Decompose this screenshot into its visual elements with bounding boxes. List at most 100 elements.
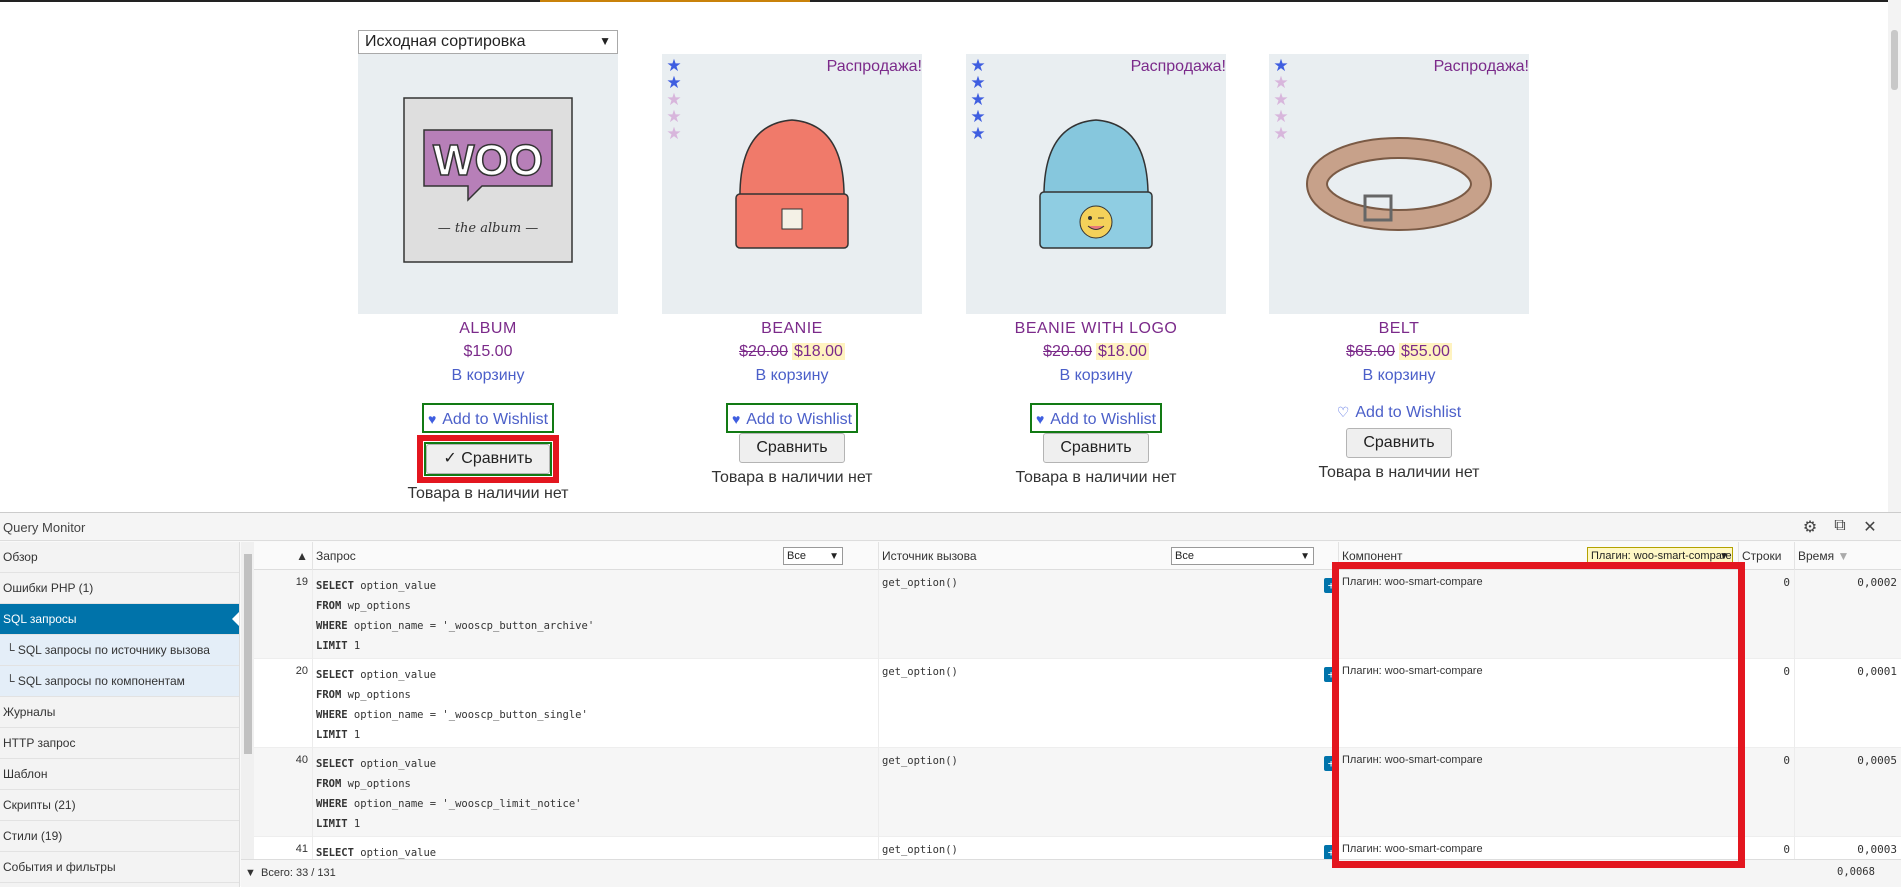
row-number: 19 bbox=[295, 576, 308, 588]
caller-cell: get_option() + bbox=[878, 748, 1338, 837]
stock-status: Товара в наличии нет bbox=[1015, 469, 1177, 486]
dock-icon[interactable]: ⧉ bbox=[1830, 517, 1850, 535]
qm-nav-overview[interactable]: Обзор bbox=[0, 542, 239, 573]
caller-name: get_option() bbox=[882, 755, 958, 767]
product-title[interactable]: BEANIE WITH LOGO bbox=[966, 318, 1226, 340]
price-old: $20.00 bbox=[1043, 343, 1092, 360]
expand-icon[interactable]: + bbox=[1324, 667, 1338, 682]
price-current: $18.00 bbox=[1096, 343, 1149, 360]
qm-sql-table: ▲ Запрос Все ▼ Источник вызова Все ▼ Компо… bbox=[254, 542, 1901, 859]
price-current: $15.00 bbox=[463, 343, 513, 360]
qm-nav-sql[interactable]: SQL запросы bbox=[0, 604, 239, 635]
caller-cell: get_option() + bbox=[878, 659, 1338, 748]
caller-filter-select[interactable]: Все ▼ bbox=[1171, 547, 1314, 565]
add-to-wishlist-button[interactable]: ♥ Add to Wishlist bbox=[1029, 403, 1163, 433]
compare-button[interactable]: ✓ Сравнить bbox=[426, 444, 550, 474]
add-to-wishlist-button[interactable]: ♡ Add to Wishlist bbox=[1333, 398, 1465, 428]
product-card-beanie-with-logo: ★ ★ ★ ★ ★ Распродажа! BEANIE WITH LOGO $20.0… bbox=[966, 54, 1226, 489]
qm-title: Query Monitor bbox=[3, 520, 86, 535]
product-price: $20.00 $18.00 bbox=[662, 340, 922, 364]
heart-icon: ♥ bbox=[731, 411, 741, 427]
qm-nav-template[interactable]: Шаблон bbox=[0, 759, 239, 790]
component-cell: Плагин: woo-smart-compare bbox=[1338, 659, 1738, 748]
qm-scrollbar[interactable] bbox=[241, 542, 254, 859]
qm-nav-logs[interactable]: Журналы bbox=[0, 697, 239, 728]
component-cell: Плагин: woo-smart-compare bbox=[1338, 837, 1738, 859]
col-rows[interactable]: Строки ▼ bbox=[1738, 542, 1794, 591]
rows-cell: 0 bbox=[1738, 748, 1794, 837]
top-bar bbox=[0, 0, 1901, 2]
qm-nav-http[interactable]: HTTP запрос bbox=[0, 728, 239, 759]
product-title[interactable]: BELT bbox=[1269, 318, 1529, 340]
product-card-beanie: ★ ★ ★ ★ ★ Распродажа! BEANIE $20.00 $18.00 В … bbox=[662, 54, 922, 489]
price-current: $18.00 bbox=[792, 343, 845, 360]
product-card-belt: ★ ★ ★ ★ ★ Распродажа! BELT $65.00 $55.00 В ко… bbox=[1269, 54, 1529, 484]
close-icon[interactable]: ✕ bbox=[1860, 517, 1880, 537]
sort-asc-icon[interactable]: ▲ bbox=[254, 542, 312, 570]
page-scrollbar-thumb[interactable] bbox=[1891, 30, 1898, 90]
gear-icon[interactable]: ⚙ bbox=[1800, 517, 1820, 537]
chevron-down-icon: ▼ bbox=[1300, 551, 1310, 562]
product-image-album[interactable]: WOO — the album — bbox=[358, 54, 618, 314]
qm-nav-hooks[interactable]: События и фильтры bbox=[0, 852, 239, 883]
row-number: 40 bbox=[295, 754, 308, 766]
component-filter-select[interactable]: Плагин: woo-smart-compare ▼ bbox=[1587, 547, 1733, 565]
col-component: Компонент Плагин: woo-smart-compare ▼ bbox=[1338, 542, 1738, 570]
col-query: Запрос Все ▼ bbox=[312, 542, 878, 570]
qm-nav-php-errors[interactable]: Ошибки PHP (1) bbox=[0, 573, 239, 604]
chevron-down-icon: ▼ bbox=[599, 34, 611, 48]
qm-nav-styles[interactable]: Стили (19) bbox=[0, 821, 239, 852]
qm-sidebar: Обзор Ошибки PHP (1) SQL запросы └ SQL з… bbox=[0, 542, 240, 887]
product-price: $15.00 bbox=[358, 340, 618, 364]
qm-nav-sql-by-caller[interactable]: └ SQL запросы по источнику вызова bbox=[0, 635, 239, 666]
wishlist-label: Add to Wishlist bbox=[442, 411, 549, 428]
qm-nav-scripts[interactable]: Скрипты (21) bbox=[0, 790, 239, 821]
sort-select-value: Исходная сортировка bbox=[365, 33, 526, 50]
add-to-cart-link[interactable]: В корзину bbox=[1269, 364, 1529, 388]
price-old: $20.00 bbox=[739, 343, 788, 360]
product-price: $65.00 $55.00 bbox=[1269, 340, 1529, 364]
time-cell: 0,0003 bbox=[1794, 837, 1901, 859]
wishlist-label: Add to Wishlist bbox=[1050, 411, 1157, 428]
product-title[interactable]: ALBUM bbox=[358, 318, 618, 340]
sort-select[interactable]: Исходная сортировка ▼ bbox=[358, 30, 618, 54]
add-to-cart-link[interactable]: В корзину bbox=[966, 364, 1226, 388]
chevron-down-icon: ▼ bbox=[1719, 551, 1729, 562]
table-row: 41 SELECT option_value get_option() + Пла… bbox=[254, 837, 1901, 859]
svg-text:WOO: WOO bbox=[433, 136, 543, 185]
qm-scrollbar-thumb[interactable] bbox=[244, 554, 252, 754]
compare-button[interactable]: Сравнить bbox=[1346, 428, 1452, 458]
add-to-cart-link[interactable]: В корзину bbox=[662, 364, 922, 388]
product-title[interactable]: BEANIE bbox=[662, 318, 922, 340]
belt-artwork bbox=[1306, 137, 1492, 231]
footer-time: 0,0068 bbox=[1837, 866, 1875, 878]
sale-badge: Распродажа! bbox=[826, 58, 922, 75]
expand-icon[interactable]: + bbox=[1324, 578, 1338, 593]
expand-icon[interactable]: + bbox=[1324, 845, 1338, 859]
query-monitor-panel: Query Monitor ⚙ ⧉ ✕ Обзор Ошибки PHP (1)… bbox=[0, 512, 1901, 887]
page-scrollbar[interactable] bbox=[1888, 0, 1901, 512]
rating-stars: ★ ★ ★ ★ ★ bbox=[1273, 56, 1289, 143]
sql-query: SELECT option_value FROM wp_options WHER… bbox=[312, 748, 878, 837]
product-image-beanie[interactable]: ★ ★ ★ ★ ★ Распродажа! bbox=[662, 54, 922, 314]
expand-icon[interactable]: + bbox=[1324, 756, 1338, 771]
product-image-belt[interactable]: ★ ★ ★ ★ ★ Распродажа! bbox=[1269, 54, 1529, 314]
col-time[interactable]: Время ▼ bbox=[1794, 542, 1901, 570]
add-to-wishlist-button[interactable]: ♥ Add to Wishlist bbox=[725, 403, 859, 433]
query-filter-select[interactable]: Все ▼ bbox=[783, 547, 843, 565]
add-to-wishlist-button[interactable]: ♥ Add to Wishlist bbox=[421, 403, 555, 433]
rating-stars: ★ ★ ★ ★ ★ bbox=[970, 56, 986, 143]
caller-cell: get_option() + bbox=[878, 837, 1338, 859]
qm-nav-sql-by-component[interactable]: └ SQL запросы по компонентам bbox=[0, 666, 239, 697]
compare-button[interactable]: Сравнить bbox=[1043, 433, 1149, 463]
price-old: $65.00 bbox=[1346, 343, 1395, 360]
stock-status: Товара в наличии нет bbox=[711, 469, 873, 486]
heart-icon: ♥ bbox=[427, 411, 437, 427]
product-image-beanie-with-logo[interactable]: ★ ★ ★ ★ ★ Распродажа! bbox=[966, 54, 1226, 314]
sql-query: SELECT option_value FROM wp_options WHER… bbox=[312, 570, 878, 659]
compare-button[interactable]: Сравнить bbox=[739, 433, 845, 463]
sql-query: SELECT option_value bbox=[312, 837, 878, 859]
add-to-cart-link[interactable]: В корзину bbox=[358, 364, 618, 388]
col-query-label: Запрос bbox=[316, 549, 356, 563]
rows-cell: 0 bbox=[1738, 837, 1794, 859]
